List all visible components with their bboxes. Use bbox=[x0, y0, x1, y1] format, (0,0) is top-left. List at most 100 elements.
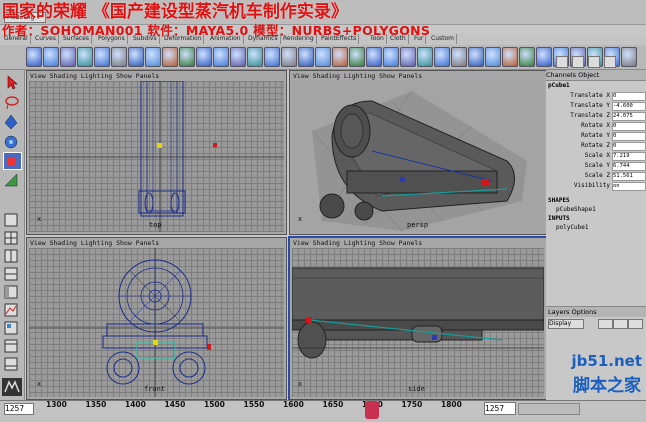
layer-new-selected-icon[interactable] bbox=[613, 319, 628, 329]
select-tool-icon[interactable] bbox=[3, 74, 20, 90]
shelf-tool-icon[interactable] bbox=[94, 47, 110, 67]
layout-two-icon[interactable] bbox=[3, 248, 20, 264]
shelf-tool-icon[interactable] bbox=[315, 47, 331, 67]
layout-outliner-icon[interactable] bbox=[3, 284, 20, 300]
layer-mode-dropdown[interactable]: Display bbox=[548, 319, 584, 329]
shape-name[interactable]: pCubeShape1 bbox=[556, 206, 596, 213]
channel-attr-name[interactable]: Rotate Z bbox=[552, 142, 610, 149]
shelf-tool-icon[interactable] bbox=[196, 47, 212, 67]
shelf-tool-icon[interactable] bbox=[519, 47, 535, 67]
shelf-tool-icon[interactable] bbox=[434, 47, 450, 67]
channel-attr-value[interactable]: 0 bbox=[612, 142, 646, 151]
front-viewport[interactable]: View Shading Lighting Show Panels x fron… bbox=[26, 237, 287, 400]
channel-attr-name[interactable]: Rotate Y bbox=[552, 132, 610, 139]
playback-controls[interactable] bbox=[518, 403, 580, 415]
move-tool-icon[interactable] bbox=[3, 114, 20, 130]
layout-render-icon[interactable] bbox=[3, 338, 20, 354]
layout-script-icon[interactable] bbox=[3, 356, 20, 372]
persp-view-model: x bbox=[298, 90, 527, 232]
input-name[interactable]: polyCube1 bbox=[556, 224, 589, 231]
channel-attr-name[interactable]: Translate X bbox=[552, 92, 610, 99]
shelf-tool-icon[interactable] bbox=[179, 47, 195, 67]
shelf-tool-icon[interactable] bbox=[128, 47, 144, 67]
channel-box-header[interactable]: Channels Object bbox=[546, 70, 646, 81]
shapes-label: SHAPES bbox=[548, 197, 570, 204]
channel-attr-value[interactable]: -4.600 bbox=[612, 102, 646, 111]
layer-new-icon[interactable] bbox=[598, 319, 613, 329]
shelf-tool-icon[interactable] bbox=[230, 47, 246, 67]
shelf-tool-icon[interactable] bbox=[43, 47, 59, 67]
layout-hypershade-icon[interactable] bbox=[3, 320, 20, 336]
channel-attr-value[interactable]: 7.219 bbox=[612, 152, 646, 161]
shelf-tool-icon[interactable] bbox=[536, 47, 552, 67]
channel-attr-value[interactable]: 51.561 bbox=[612, 172, 646, 181]
layout-three-icon[interactable] bbox=[3, 266, 20, 282]
layout-graph-icon[interactable] bbox=[3, 302, 20, 318]
shelf-tool-icon[interactable] bbox=[451, 47, 467, 67]
timeline-tick-label: 1550 bbox=[243, 400, 265, 409]
scale-tool-icon[interactable] bbox=[3, 152, 22, 170]
current-time-field[interactable]: 1257 bbox=[484, 402, 516, 415]
svg-text:x: x bbox=[298, 380, 302, 388]
layout-single-icon[interactable] bbox=[3, 212, 20, 228]
front-viewport-menu[interactable]: View Shading Lighting Show Panels bbox=[30, 239, 159, 247]
channel-box-toggle-icon[interactable] bbox=[556, 56, 568, 68]
manipulator-tool-icon[interactable] bbox=[3, 172, 20, 188]
channel-attr-name[interactable]: Translate Z bbox=[552, 112, 610, 119]
layer-delete-icon[interactable] bbox=[628, 319, 643, 329]
layers-header-label[interactable]: Layers Options bbox=[546, 308, 597, 316]
layer-editor-toggle-icon[interactable] bbox=[572, 56, 584, 68]
timeline-tick-label: 1400 bbox=[125, 400, 146, 409]
channel-attr-name[interactable]: Scale X bbox=[552, 152, 610, 159]
channel-attr-name[interactable]: Scale Y bbox=[552, 162, 610, 169]
shelf-tool-icon[interactable] bbox=[621, 47, 637, 67]
range-start-field[interactable]: 1257 bbox=[4, 403, 34, 415]
persp-viewport[interactable]: View Shading Lighting Show Panels x pers… bbox=[289, 70, 547, 235]
attribute-editor-toggle-icon[interactable] bbox=[588, 56, 600, 68]
object-name[interactable]: pCube1 bbox=[548, 82, 570, 89]
shelf-tab-custom[interactable]: Custom bbox=[429, 34, 457, 44]
shelf-tool-icon[interactable] bbox=[298, 47, 314, 67]
side-view-model: x bbox=[292, 267, 544, 388]
shelf-tool-icon[interactable] bbox=[468, 47, 484, 67]
shelf-tool-icon[interactable] bbox=[417, 47, 433, 67]
shelf-tool-icon[interactable] bbox=[349, 47, 365, 67]
channel-attr-name[interactable]: Scale Z bbox=[552, 172, 610, 179]
channel-attr-name[interactable]: Visibility bbox=[552, 182, 610, 189]
shelf-tool-icon[interactable] bbox=[111, 47, 127, 67]
shelf-tool-icon[interactable] bbox=[264, 47, 280, 67]
lasso-tool-icon[interactable] bbox=[3, 94, 20, 110]
top-viewport[interactable]: View Shading Lighting Show Panels x top bbox=[26, 70, 287, 235]
shelf-tool-icon[interactable] bbox=[145, 47, 161, 67]
top-viewport-menu[interactable]: View Shading Lighting Show Panels bbox=[30, 72, 159, 80]
shelf-tool-icon[interactable] bbox=[485, 47, 501, 67]
time-marker-icon[interactable] bbox=[365, 401, 379, 419]
shelf-tool-icon[interactable] bbox=[281, 47, 297, 67]
svg-text:x: x bbox=[37, 215, 41, 223]
shelf-tool-icon[interactable] bbox=[162, 47, 178, 67]
channel-attr-name[interactable]: Translate Y bbox=[552, 102, 610, 109]
channel-attr-value[interactable]: 6.744 bbox=[612, 162, 646, 171]
shelf-tool-icon[interactable] bbox=[383, 47, 399, 67]
channel-attr-value[interactable]: on bbox=[612, 182, 646, 191]
shelf-tool-icon[interactable] bbox=[366, 47, 382, 67]
channel-attr-value[interactable]: 24.075 bbox=[612, 112, 646, 121]
shelf-tool-icon[interactable] bbox=[400, 47, 416, 67]
shelf-tool-icon[interactable] bbox=[247, 47, 263, 67]
shelf-tool-icon[interactable] bbox=[213, 47, 229, 67]
shelf-tool-icon[interactable] bbox=[332, 47, 348, 67]
rotate-tool-icon[interactable] bbox=[3, 134, 20, 150]
side-viewport[interactable]: View Shading Lighting Show Panels x side bbox=[288, 236, 548, 401]
side-viewport-menu[interactable]: View Shading Lighting Show Panels bbox=[293, 239, 422, 247]
channel-attr-value[interactable]: 0 bbox=[612, 92, 646, 101]
tool-settings-toggle-icon[interactable] bbox=[604, 56, 616, 68]
persp-viewport-menu[interactable]: View Shading Lighting Show Panels bbox=[293, 72, 422, 80]
shelf-tool-icon[interactable] bbox=[60, 47, 76, 67]
channel-attr-value[interactable]: 0 bbox=[612, 132, 646, 141]
shelf-tool-icon[interactable] bbox=[502, 47, 518, 67]
channel-attr-value[interactable]: 0 bbox=[612, 122, 646, 131]
shelf-tool-icon[interactable] bbox=[77, 47, 93, 67]
channel-attr-name[interactable]: Rotate X bbox=[552, 122, 610, 129]
shelf-tool-icon[interactable] bbox=[26, 47, 42, 67]
layout-four-icon[interactable] bbox=[3, 230, 20, 246]
